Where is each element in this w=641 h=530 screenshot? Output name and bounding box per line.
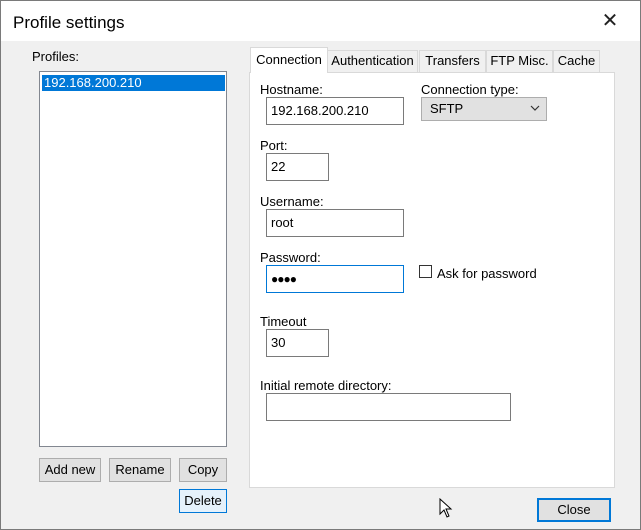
username-label: Username: [260,194,324,209]
ask-password-label: Ask for password [437,266,537,281]
copy-button[interactable]: Copy [179,458,227,482]
timeout-field[interactable]: 30 [266,329,329,357]
mouse-pointer-icon [439,498,453,518]
hostname-field[interactable]: 192.168.200.210 [266,97,404,125]
password-field[interactable]: ●●●● [266,265,404,293]
connection-type-label: Connection type: [421,82,519,97]
tab-authentication[interactable]: Authentication [327,50,418,72]
connection-type-value: SFTP [430,101,464,116]
password-label: Password: [260,250,321,265]
tab-connection[interactable]: Connection [250,47,328,73]
rename-button[interactable]: Rename [109,458,171,482]
chevron-down-icon [530,105,540,111]
port-label: Port: [260,138,288,153]
remote-directory-field[interactable] [266,393,511,421]
tab-cache[interactable]: Cache [553,50,600,72]
port-field[interactable]: 22 [266,153,329,181]
timeout-label: Timeout [260,314,307,329]
profiles-label: Profiles: [32,49,79,64]
close-icon[interactable]: ✕ [600,11,620,31]
tab-transfers[interactable]: Transfers [419,50,486,72]
hostname-label: Hostname: [260,82,323,97]
window-title: Profile settings [13,13,125,32]
connection-type-select[interactable]: SFTP [421,97,547,121]
profile-item[interactable]: 192.168.200.210 [42,75,225,91]
ask-password-checkbox[interactable] [419,265,432,278]
profile-settings-dialog: Profile settings ✕ Profiles: 192.168.200… [0,0,641,530]
tab-ftp-misc[interactable]: FTP Misc. [486,50,553,72]
profiles-list[interactable]: 192.168.200.210 [39,71,227,447]
close-button[interactable]: Close [537,498,611,522]
username-field[interactable]: root [266,209,404,237]
title-bar: Profile settings ✕ [1,1,640,41]
add-new-button[interactable]: Add new [39,458,101,482]
delete-button[interactable]: Delete [179,489,227,513]
remote-directory-label: Initial remote directory: [260,378,392,393]
